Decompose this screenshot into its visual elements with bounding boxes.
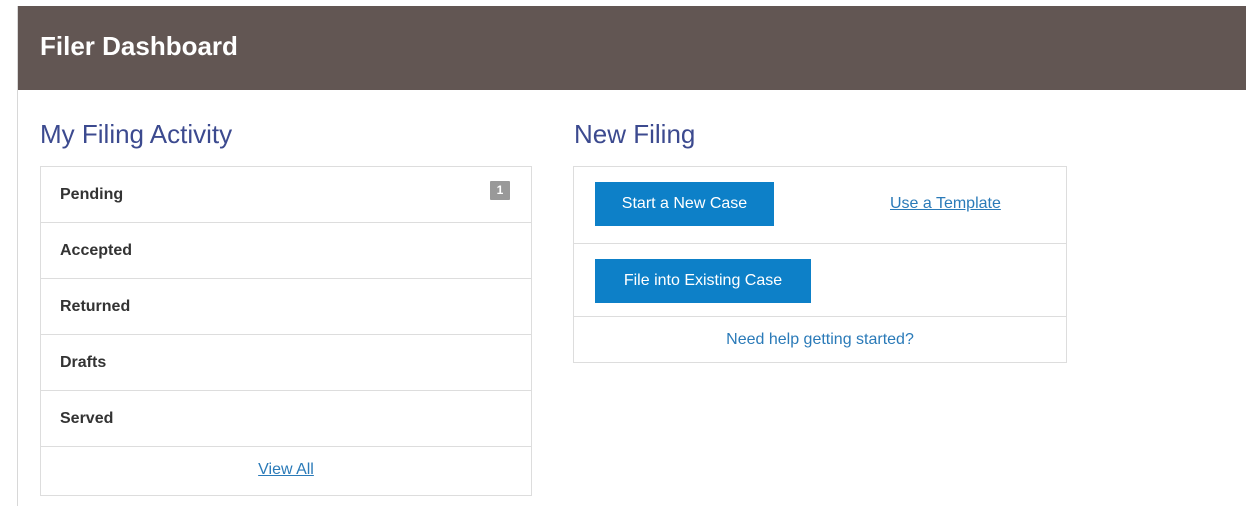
existing-case-row: File into Existing Case <box>574 244 1066 317</box>
filing-activity-title: My Filing Activity <box>40 119 233 149</box>
file-existing-case-button[interactable]: File into Existing Case <box>595 259 811 303</box>
filing-activity-panel: Pending 1 Accepted Returned Drafts Serve… <box>40 166 532 496</box>
activity-item-label: Accepted <box>60 242 133 259</box>
pending-count-badge: 1 <box>490 181 510 200</box>
new-case-row: Start a New Case Use a Template <box>574 167 1066 244</box>
activity-item-returned[interactable]: Returned <box>41 279 531 335</box>
activity-item-served[interactable]: Served <box>41 391 531 447</box>
activity-item-label: Drafts <box>60 354 107 371</box>
activity-item-label: Returned <box>60 298 131 315</box>
view-all-row: View All <box>41 447 531 493</box>
new-filing-title: New Filing <box>574 119 696 149</box>
activity-item-pending[interactable]: Pending 1 <box>41 167 531 223</box>
page-title: Filer Dashboard <box>40 31 238 61</box>
help-row: Need help getting started? <box>574 317 1066 362</box>
view-all-link[interactable]: View All <box>258 461 314 478</box>
activity-item-label: Served <box>60 410 114 427</box>
new-filing-panel: Start a New Case Use a Template File int… <box>573 166 1067 363</box>
start-new-case-button[interactable]: Start a New Case <box>595 182 774 226</box>
dashboard-header: Filer Dashboard <box>18 6 1246 90</box>
activity-item-label: Pending <box>60 186 124 203</box>
help-link[interactable]: Need help getting started? <box>726 331 914 348</box>
activity-item-accepted[interactable]: Accepted <box>41 223 531 279</box>
use-template-link[interactable]: Use a Template <box>890 195 1001 213</box>
activity-item-drafts[interactable]: Drafts <box>41 335 531 391</box>
